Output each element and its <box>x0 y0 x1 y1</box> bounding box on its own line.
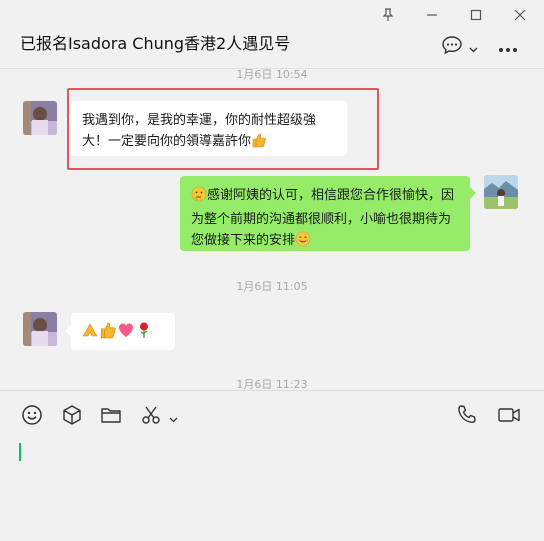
chat-title: 已报名Isadora Chung香港2人遇见号 <box>20 34 291 53</box>
avatar[interactable] <box>23 101 57 135</box>
more-icon <box>498 38 518 57</box>
emoji-icon <box>21 404 43 430</box>
folder-icon <box>100 404 122 430</box>
bubble-tail <box>470 187 476 199</box>
title-bar: 已报名Isadora Chung香港2人遇见号 <box>0 0 544 69</box>
message-bubble-incoming[interactable] <box>71 313 175 350</box>
highlight-box <box>67 88 379 170</box>
message-bubble-outgoing[interactable]: 感谢阿姨的认可，相信跟您合作很愉快，因为整个前期的沟通都很顺利，小喻也很期待为您… <box>180 176 470 251</box>
chat-bubble-icon <box>441 35 463 59</box>
chevron-down-icon[interactable] <box>169 408 178 427</box>
emoji-button[interactable] <box>21 405 43 429</box>
message-list[interactable]: 1月6日 10:54 我遇到你，是我的幸運，你的耐性超级強大！一定要向你的領導嘉… <box>0 69 544 389</box>
rose-icon <box>135 321 153 346</box>
voice-call-button[interactable] <box>456 405 478 429</box>
message-composer <box>0 390 544 541</box>
chat-info-button[interactable] <box>441 36 478 58</box>
smiling-face-icon <box>295 231 311 254</box>
folded-hands-icon <box>81 321 99 346</box>
timestamp: 1月6日 10:54 <box>236 69 308 81</box>
file-button[interactable] <box>100 405 122 429</box>
more-button[interactable] <box>498 36 518 58</box>
chevron-down-icon <box>469 38 478 57</box>
thinking-face-icon <box>191 186 207 209</box>
minimize-icon[interactable] <box>420 4 444 26</box>
pin-icon[interactable] <box>376 4 400 26</box>
heart-icon <box>117 321 135 346</box>
maximize-icon[interactable] <box>464 4 488 26</box>
avatar[interactable] <box>23 312 57 346</box>
sticker-button[interactable] <box>61 405 83 429</box>
video-call-button[interactable] <box>497 405 521 429</box>
screenshot-button[interactable] <box>140 405 178 429</box>
scissors-icon <box>140 404 162 430</box>
timestamp: 1月6日 11:05 <box>236 280 308 293</box>
avatar[interactable] <box>484 175 518 209</box>
chat-window: 已报名Isadora Chung香港2人遇见号 1月6日 10:54 我遇到你，… <box>0 0 544 541</box>
timestamp: 1月6日 11:23 <box>236 378 308 389</box>
video-icon <box>497 404 521 430</box>
phone-icon <box>456 404 478 430</box>
box-icon <box>61 404 83 430</box>
close-icon[interactable] <box>508 4 532 26</box>
message-text: 感谢阿姨的认可，相信跟您合作很愉快，因为整个前期的沟通都很顺利，小喻也很期待为您… <box>191 188 455 248</box>
thumbs-up-icon <box>99 321 117 346</box>
text-input-caret[interactable] <box>19 443 21 461</box>
